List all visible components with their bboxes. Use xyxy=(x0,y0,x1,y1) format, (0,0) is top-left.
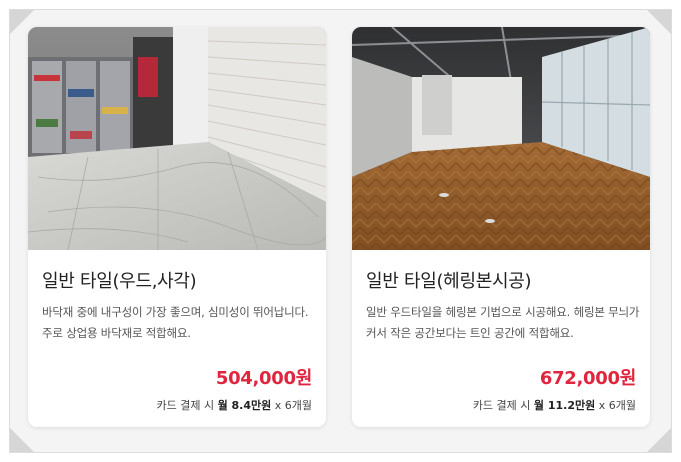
installment-monthly: 월 11.2만원 xyxy=(533,399,596,412)
installment-prefix: 카드 결제 시 xyxy=(472,399,531,412)
product-description: 일반 우드타일을 헤링본 기법으로 시공해요. 헤링본 무늬가 커서 작은 공간… xyxy=(366,305,640,340)
installment-suffix: x 6개월 xyxy=(274,399,312,412)
product-price: 672,000원 xyxy=(539,368,636,389)
installment-info: 카드 결제 시 월 11.2만원 x 6개월 xyxy=(473,397,636,413)
installment-info: 카드 결제 시 월 8.4만원 x 6개월 xyxy=(156,397,312,413)
corner-decoration xyxy=(10,428,34,452)
product-card-square-tile[interactable]: 일반 타일(우드,사각) 바닥재 중에 내구성이 가장 좋으며, 심미성이 뛰어… xyxy=(28,27,326,427)
installment-monthly: 월 8.4만원 xyxy=(217,399,272,412)
product-photo xyxy=(28,27,326,250)
product-description: 바닥재 중에 내구성이 가장 좋으며, 심미성이 뛰어납니다.주로 상업용 바닥… xyxy=(42,305,309,340)
corner-decoration xyxy=(647,10,671,34)
product-title: 일반 타일(헤링본시공) xyxy=(366,271,532,292)
installment-prefix: 카드 결제 시 xyxy=(156,399,215,412)
product-price: 504,000원 xyxy=(215,368,312,389)
product-photo xyxy=(352,27,650,250)
corner-decoration xyxy=(647,428,671,452)
product-card-herringbone-tile[interactable]: 일반 타일(헤링본시공) 일반 우드타일을 헤링본 기법으로 시공해요. 헤링본… xyxy=(352,27,650,427)
installment-suffix: x 6개월 xyxy=(598,399,636,412)
product-title: 일반 타일(우드,사각) xyxy=(42,271,197,292)
